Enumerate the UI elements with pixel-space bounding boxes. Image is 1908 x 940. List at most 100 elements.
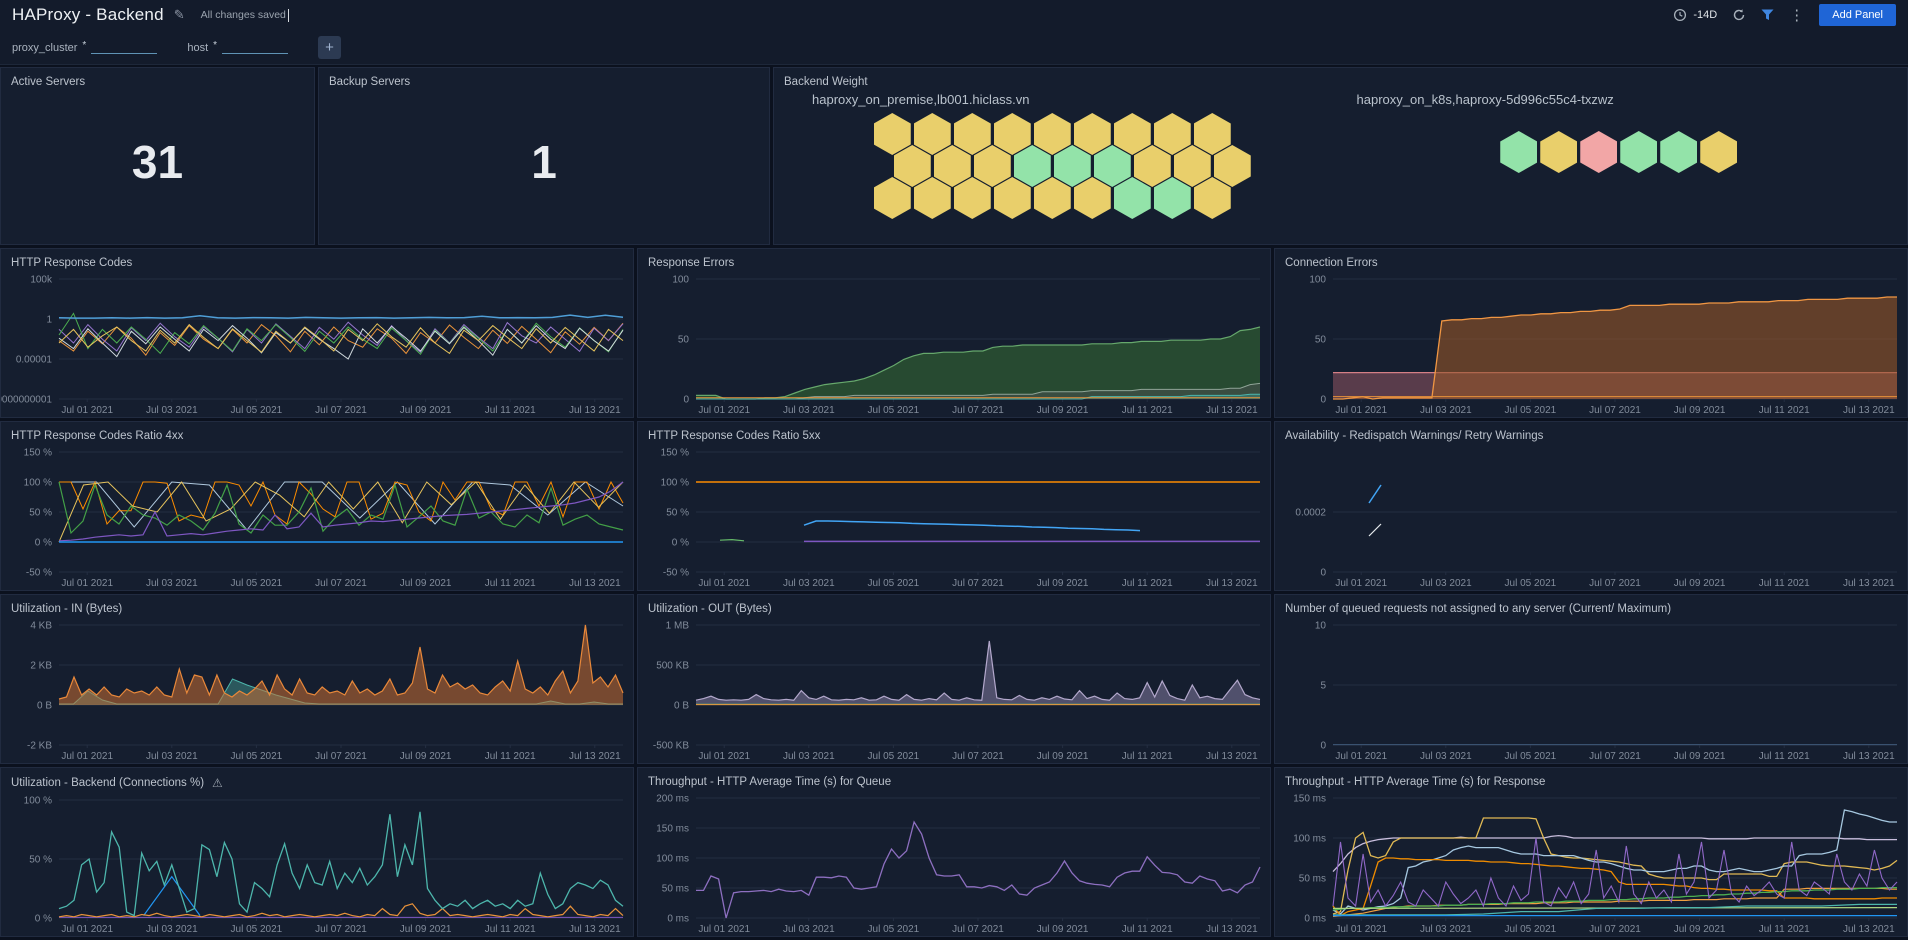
edit-icon[interactable]: ✎	[174, 7, 185, 23]
svg-text:Jul 07 2021: Jul 07 2021	[315, 751, 367, 762]
svg-text:100 %: 100 %	[661, 478, 689, 489]
svg-text:Jul 03 2021: Jul 03 2021	[783, 924, 835, 935]
svg-text:-50 %: -50 %	[26, 568, 52, 579]
hex-cell[interactable]	[1500, 131, 1538, 173]
connection-errors-chart[interactable]: 100 50 0 Jul 01 2021 Jul 03 2021 Jul 05 2021 J…	[1275, 271, 1907, 417]
filter-icon[interactable]	[1761, 9, 1774, 21]
hex-cell[interactable]	[1073, 177, 1111, 219]
hex-cell[interactable]	[1153, 177, 1191, 219]
dashboard-board: Active Servers 31 Backup Servers 1 Backe…	[0, 65, 1908, 940]
svg-text:50: 50	[678, 335, 690, 346]
hex-cell[interactable]	[1540, 131, 1578, 173]
svg-text:50 %: 50 %	[29, 508, 52, 519]
panel-title: Utilization - Backend (Connections %) ⚠	[1, 768, 633, 792]
hex-cell[interactable]	[913, 177, 951, 219]
svg-text:Jul 03 2021: Jul 03 2021	[1420, 924, 1472, 935]
svg-text:Jul 13 2021: Jul 13 2021	[1843, 924, 1895, 935]
hex-cell[interactable]	[1193, 177, 1231, 219]
svg-text:150 ms: 150 ms	[656, 824, 689, 835]
svg-text:0: 0	[683, 395, 689, 406]
panel-ratio-5xx: HTTP Response Codes Ratio 5xx 150 % 100 %…	[637, 421, 1271, 591]
svg-text:Jul 11 2021: Jul 11 2021	[1122, 405, 1173, 416]
svg-text:Jul 05 2021: Jul 05 2021	[231, 751, 283, 762]
hex-cell[interactable]	[873, 177, 911, 219]
honeycomb-chart[interactable]	[1499, 131, 1739, 173]
svg-text:Jul 11 2021: Jul 11 2021	[1122, 924, 1173, 935]
panel-title: Throughput - HTTP Average Time (s) for R…	[1285, 776, 1546, 788]
svg-text:Jul 05 2021: Jul 05 2021	[868, 405, 920, 416]
svg-text:Jul 05 2021: Jul 05 2021	[1505, 751, 1557, 762]
panel-utilization-backend: Utilization - Backend (Connections %) ⚠ …	[0, 767, 634, 937]
svg-text:50 %: 50 %	[29, 855, 52, 866]
honeycomb-chart[interactable]	[872, 113, 1252, 219]
availability-chart[interactable]: 0.0002 0 Jul 01 2021 Jul 03 2021 Jul 05 2021…	[1275, 444, 1907, 590]
svg-text:Jul 09 2021: Jul 09 2021	[1037, 405, 1089, 416]
honeycomb-group-label: haproxy_on_premise,lb001.hiclass.vn	[812, 92, 1030, 107]
svg-text:Jul 13 2021: Jul 13 2021	[569, 405, 621, 416]
warning-icon[interactable]: ⚠	[212, 776, 223, 790]
svg-text:Jul 03 2021: Jul 03 2021	[146, 578, 198, 589]
panel-throughput-queue: Throughput - HTTP Average Time (s) for Q…	[637, 767, 1271, 937]
svg-text:0 ms: 0 ms	[667, 914, 689, 925]
dashboard-title: HAProxy - Backend	[12, 5, 164, 24]
svg-text:Jul 09 2021: Jul 09 2021	[1674, 924, 1726, 935]
active-servers-value: 31	[131, 136, 184, 188]
panel-title: HTTP Response Codes	[11, 257, 133, 269]
svg-text:0: 0	[1320, 568, 1326, 579]
panel-http-response-codes: HTTP Response Codes 100k 1 0.00001 0.000000…	[0, 248, 634, 418]
time-range-value[interactable]: -14D	[1693, 9, 1717, 21]
panel-title: Connection Errors	[1285, 257, 1378, 269]
svg-text:Jul 05 2021: Jul 05 2021	[1505, 924, 1557, 935]
time-range-clock-icon[interactable]	[1673, 8, 1687, 22]
svg-text:Jul 01 2021: Jul 01 2021	[1335, 405, 1387, 416]
svg-text:50: 50	[1315, 335, 1327, 346]
utilization-backend-chart[interactable]: 100 % 50 % 0 % Jul 01 2021 Jul 03 2021 Jul 05…	[1, 792, 633, 936]
svg-text:0.0002: 0.0002	[1295, 508, 1326, 519]
svg-text:0 B: 0 B	[674, 701, 689, 712]
svg-text:Jul 01 2021: Jul 01 2021	[61, 405, 113, 416]
hex-cell[interactable]	[1580, 131, 1618, 173]
ratio-5xx-chart[interactable]: 150 % 100 % 50 % 0 % -50 % Jul 01 2021 Jul 03 …	[638, 444, 1270, 590]
svg-text:Jul 11 2021: Jul 11 2021	[1759, 405, 1810, 416]
saved-status: All changes saved	[200, 9, 286, 21]
utilization-in-chart[interactable]: 4 KB 2 KB 0 B -2 KB Jul 01 2021 Jul 03 2021 Ju…	[1, 617, 633, 763]
backup-servers-value: 1	[531, 136, 557, 188]
svg-text:Jul 07 2021: Jul 07 2021	[1589, 405, 1641, 416]
hex-cell[interactable]	[1033, 177, 1071, 219]
kebab-menu-icon[interactable]: ⋮	[1789, 8, 1804, 23]
svg-text:Jul 03 2021: Jul 03 2021	[783, 751, 835, 762]
queued-requests-chart[interactable]: 10 5 0 Jul 01 2021 Jul 03 2021 Jul 05 2021 Jul…	[1275, 617, 1907, 763]
svg-text:2 KB: 2 KB	[30, 661, 52, 672]
hex-cell[interactable]	[953, 177, 991, 219]
svg-text:Jul 13 2021: Jul 13 2021	[1206, 405, 1258, 416]
throughput-queue-chart[interactable]: 200 ms 150 ms 100 ms 50 ms 0 ms Jul 01 2021 Ju…	[638, 790, 1270, 936]
text-cursor	[287, 8, 289, 22]
hex-cell[interactable]	[1620, 131, 1658, 173]
hex-cell[interactable]	[993, 177, 1031, 219]
svg-text:Jul 01 2021: Jul 01 2021	[698, 751, 750, 762]
proxy-cluster-input[interactable]	[91, 40, 158, 54]
hex-cell[interactable]	[1660, 131, 1698, 173]
hex-cell[interactable]	[1113, 177, 1151, 219]
svg-text:Jul 03 2021: Jul 03 2021	[783, 578, 835, 589]
response-errors-chart[interactable]: 100 50 0 Jul 01 2021 Jul 03 2021 Jul 05 2021 J…	[638, 271, 1270, 417]
http-response-codes-chart[interactable]: 100k 1 0.00001 0.0000000001 Jul 01 2021 Jul 0…	[1, 271, 633, 417]
add-panel-button[interactable]: Add Panel	[1819, 4, 1896, 26]
hex-cell[interactable]	[1700, 131, 1738, 173]
dashboard-header: HAProxy - Backend ✎ All changes saved -1…	[0, 0, 1908, 30]
backend-weight-group-onpremise: haproxy_on_premise,lb001.hiclass.vn	[784, 92, 1341, 236]
svg-text:Jul 01 2021: Jul 01 2021	[61, 751, 113, 762]
panel-ratio-4xx: HTTP Response Codes Ratio 4xx 150 % 100 %…	[0, 421, 634, 591]
panel-response-errors: Response Errors 100 50 0 Jul 01 2021 Jul 03 …	[637, 248, 1271, 418]
svg-text:Jul 03 2021: Jul 03 2021	[1420, 405, 1472, 416]
throughput-response-chart[interactable]: 150 ms 100 ms 50 ms 0 ms Jul 01 2021 Jul 03 2…	[1275, 790, 1907, 936]
svg-text:Jul 09 2021: Jul 09 2021	[1037, 578, 1089, 589]
utilization-out-chart[interactable]: 1 MB 500 KB 0 B -500 KB Jul 01 2021 Jul 03 20…	[638, 617, 1270, 763]
svg-text:Jul 03 2021: Jul 03 2021	[1420, 751, 1472, 762]
refresh-icon[interactable]	[1732, 8, 1746, 22]
svg-text:Jul 11 2021: Jul 11 2021	[485, 751, 536, 762]
add-filter-button[interactable]: +	[318, 35, 342, 59]
host-input[interactable]	[222, 40, 289, 54]
svg-text:Jul 09 2021: Jul 09 2021	[400, 751, 452, 762]
ratio-4xx-chart[interactable]: 150 % 100 % 50 % 0 % -50 % Jul 01 2021 Jul 03 …	[1, 444, 633, 590]
